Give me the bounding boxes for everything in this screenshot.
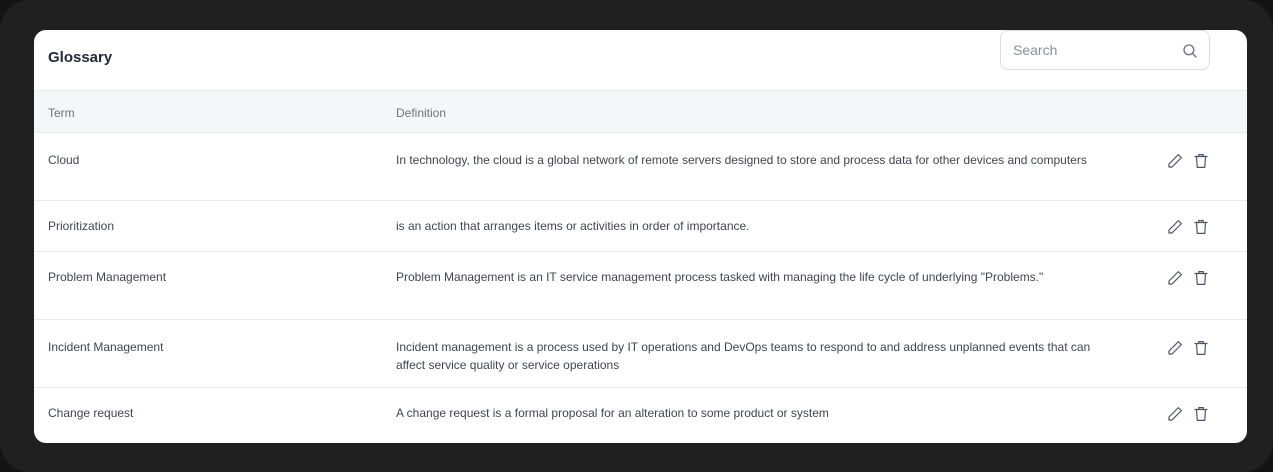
definition-cell: In technology, the cloud is a global net…: [396, 153, 1087, 167]
glossary-table: Term Definition Cloud In technology, the …: [34, 90, 1247, 439]
trash-icon: [1192, 339, 1210, 357]
delete-button[interactable]: [1191, 338, 1211, 358]
search-icon[interactable]: [1181, 42, 1199, 60]
term-cell: Change request: [48, 406, 134, 420]
row-actions: [1165, 338, 1211, 358]
table-row: Change request A change request is a form…: [34, 388, 1247, 439]
term-cell: Incident Management: [48, 340, 164, 354]
table-row: Cloud In technology, the cloud is a globa…: [34, 133, 1247, 201]
table-row: Problem Management Problem Management is …: [34, 252, 1247, 320]
trash-icon: [1192, 405, 1210, 423]
glossary-card: Glossary Term Definition Cloud In technol…: [34, 30, 1247, 443]
definition-cell: A change request is a formal proposal fo…: [396, 406, 829, 420]
pencil-icon: [1166, 152, 1184, 170]
delete-button[interactable]: [1191, 151, 1211, 171]
column-header-term: Term: [48, 106, 75, 120]
table-header: Term Definition: [34, 90, 1247, 133]
term-cell: Prioritization: [48, 219, 115, 233]
edit-button[interactable]: [1165, 151, 1185, 171]
search-box[interactable]: [1000, 30, 1210, 70]
edit-button[interactable]: [1165, 338, 1185, 358]
search-input[interactable]: [1013, 42, 1173, 58]
delete-button[interactable]: [1191, 268, 1211, 288]
trash-icon: [1192, 152, 1210, 170]
edit-button[interactable]: [1165, 217, 1185, 237]
row-actions: [1165, 151, 1211, 171]
row-actions: [1165, 217, 1211, 237]
pencil-icon: [1166, 339, 1184, 357]
term-cell: Problem Management: [48, 270, 167, 284]
delete-button[interactable]: [1191, 404, 1211, 424]
term-cell: Cloud: [48, 153, 80, 167]
definition-cell: Problem Management is an IT service mana…: [396, 270, 1044, 284]
edit-button[interactable]: [1165, 268, 1185, 288]
delete-button[interactable]: [1191, 217, 1211, 237]
definition-cell: is an action that arranges items or acti…: [396, 219, 750, 233]
page-title: Glossary: [48, 49, 113, 66]
trash-icon: [1192, 218, 1210, 236]
card-header: Glossary: [34, 30, 1247, 90]
pencil-icon: [1166, 269, 1184, 287]
column-header-definition: Definition: [396, 106, 447, 120]
edit-button[interactable]: [1165, 404, 1185, 424]
window-frame: Glossary Term Definition Cloud In technol…: [0, 0, 1273, 472]
row-actions: [1165, 404, 1211, 424]
pencil-icon: [1166, 218, 1184, 236]
definition-cell: Incident management is a process used by…: [396, 340, 1091, 372]
row-actions: [1165, 268, 1211, 288]
trash-icon: [1192, 269, 1210, 287]
table-row: Prioritization is an action that arranges…: [34, 201, 1247, 252]
pencil-icon: [1166, 405, 1184, 423]
table-row: Incident Management Incident management i…: [34, 320, 1247, 388]
